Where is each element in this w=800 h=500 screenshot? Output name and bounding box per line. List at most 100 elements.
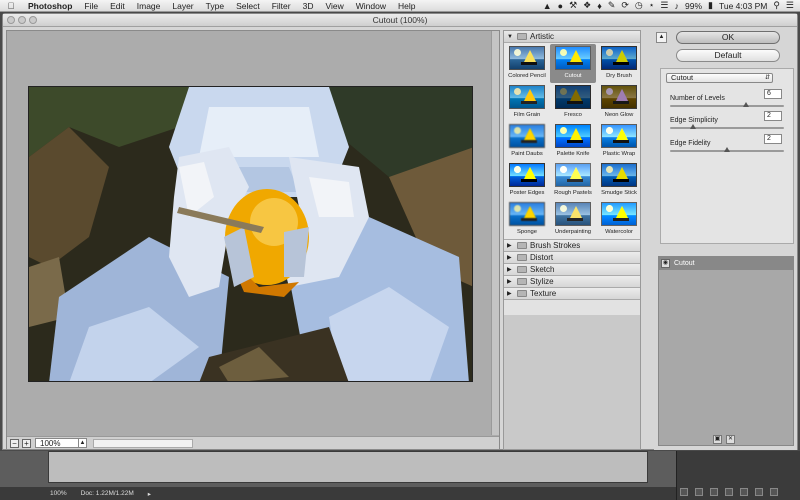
filter-thumb-palette-knife[interactable]: Palette Knife [550, 122, 596, 161]
param-slider-knob[interactable] [724, 147, 730, 152]
filter-preview-thumbnail [601, 85, 637, 109]
filter-thumb-plastic-wrap[interactable]: Plastic Wrap [596, 122, 642, 161]
menu-help[interactable]: Help [392, 1, 421, 11]
menu-select[interactable]: Select [230, 1, 266, 11]
menu-window[interactable]: Window [350, 1, 392, 11]
filter-label: Smudge Stick [601, 190, 637, 196]
menu-view[interactable]: View [319, 1, 349, 11]
status-zoom[interactable]: 100% [50, 490, 67, 497]
category-distort[interactable]: ▶ Distort [504, 252, 640, 264]
filter-preview-thumbnail [555, 202, 591, 226]
wifi-icon[interactable]: ☰ [660, 0, 668, 11]
collapse-gallery-icon[interactable]: ▲ [656, 32, 667, 43]
category-stylize[interactable]: ▶ Stylize [504, 276, 640, 288]
menu-edit[interactable]: Edit [104, 1, 131, 11]
menu-filter[interactable]: Filter [266, 1, 297, 11]
filter-gallery: ▼ Artistic Colored Pencil Cutout Dry Bru… [503, 30, 641, 450]
filter-thumb-dry-brush[interactable]: Dry Brush [596, 44, 642, 83]
new-layer-icon[interactable] [755, 488, 763, 496]
category-brush-strokes[interactable]: ▶ Brush Strokes [504, 240, 640, 252]
filter-thumb-poster-edges[interactable]: Poster Edges [504, 161, 550, 200]
filter-thumb-paint-daubs[interactable]: Paint Daubs [504, 122, 550, 161]
zoom-out-button[interactable]: − [10, 438, 19, 448]
fx-icon[interactable] [695, 488, 703, 496]
preview-image[interactable] [28, 86, 473, 382]
ok-button[interactable]: OK [676, 31, 780, 44]
filter-thumb-neon-glow[interactable]: Neon Glow [596, 83, 642, 122]
filter-thumb-sponge[interactable]: Sponge [504, 200, 550, 239]
param-slider-track[interactable] [670, 105, 784, 107]
tools-icon[interactable]: ⚒ [569, 0, 577, 11]
param-slider-knob[interactable] [743, 102, 750, 107]
param-slider-knob[interactable] [689, 124, 696, 129]
category-artistic[interactable]: ▼ Artistic [504, 31, 640, 43]
triangle-right-icon: ▶ [507, 267, 512, 273]
triangle-right-icon: ▶ [507, 291, 512, 297]
clock-icon[interactable]: ◷ [635, 0, 643, 11]
folder-icon [517, 266, 527, 273]
triangle-right-icon: ▶ [507, 255, 512, 261]
filter-label: Sponge [517, 229, 537, 235]
zoom-level-select[interactable]: 100% ▲ [35, 438, 87, 448]
menu-app[interactable]: Photoshop [22, 1, 78, 11]
adjustment-icon[interactable] [725, 488, 733, 496]
adobe-icon[interactable]: ▲ [543, 1, 552, 11]
sync-icon[interactable]: ⟳ [621, 0, 629, 11]
preview-vertical-scrollbar[interactable] [491, 31, 499, 435]
delete-effect-layer-icon[interactable]: ✕ [726, 435, 735, 444]
bluetooth-icon[interactable]: ⋆ [649, 0, 655, 11]
filter-thumb-watercolor[interactable]: Watercolor [596, 200, 642, 239]
group-icon[interactable] [740, 488, 748, 496]
mask-icon[interactable] [710, 488, 718, 496]
param-value-input[interactable]: 2 [764, 134, 782, 144]
filter-thumb-underpainting[interactable]: Underpainting [550, 200, 596, 239]
filter-label: Watercolor [605, 229, 633, 235]
filter-thumb-colored-pencil[interactable]: Colored Pencil [504, 44, 550, 83]
filter-thumb-smudge-stick[interactable]: Smudge Stick [596, 161, 642, 200]
cutout-photo [29, 87, 472, 381]
filter-select[interactable]: Cutout ⇵ [666, 73, 773, 83]
filter-label: Underpainting [554, 229, 592, 235]
wrench-icon[interactable]: ✎ [608, 0, 616, 11]
menu-type[interactable]: Type [200, 1, 230, 11]
menu-file[interactable]: File [78, 1, 104, 11]
link-icon[interactable] [680, 488, 688, 496]
trash-icon[interactable] [770, 488, 778, 496]
category-sketch[interactable]: ▶ Sketch [504, 264, 640, 276]
param-value-input[interactable]: 6 [764, 89, 782, 99]
menu-layer[interactable]: Layer [166, 1, 199, 11]
notification-center-icon[interactable]: ☰ [786, 0, 794, 11]
clock[interactable]: Tue 4:03 PM [719, 1, 767, 11]
spotlight-icon[interactable]: ⚲ [773, 0, 780, 11]
filter-thumb-fresco[interactable]: Fresco [550, 83, 596, 122]
filter-thumb-rough-pastels[interactable]: Rough Pastels [550, 161, 596, 200]
status-dot-icon[interactable]: ● [558, 1, 563, 11]
evernote-icon[interactable]: ♦ [597, 1, 602, 11]
filter-preview-thumbnail [509, 85, 545, 109]
filter-thumb-cutout[interactable]: Cutout [550, 44, 596, 83]
filter-preview-thumbnail [601, 46, 637, 70]
triangle-down-icon: ▼ [507, 33, 513, 40]
apple-icon[interactable]:  [0, 1, 22, 11]
window-title: Cutout (100%) [372, 15, 428, 25]
default-button[interactable]: Default [676, 49, 780, 62]
dropbox-icon[interactable]: ❖ [583, 0, 591, 11]
param-slider-track[interactable] [670, 127, 784, 129]
filter-preview-thumbnail [601, 124, 637, 148]
category-texture[interactable]: ▶ Texture [504, 288, 640, 300]
filter-thumb-film-grain[interactable]: Film Grain [504, 83, 550, 122]
menu-image[interactable]: Image [131, 1, 167, 11]
param-value-input[interactable]: 2 [764, 111, 782, 121]
zoom-in-button[interactable]: + [22, 438, 31, 448]
filter-label: Paint Daubs [511, 151, 543, 157]
eye-icon[interactable]: ◉ [661, 259, 670, 268]
volume-icon[interactable]: ♪ [675, 1, 680, 11]
status-arrow-icon[interactable]: ▸ [148, 490, 151, 498]
new-effect-layer-icon[interactable]: ▣ [713, 435, 722, 444]
menu-3d[interactable]: 3D [297, 1, 320, 11]
preview-horizontal-scrollbar[interactable] [93, 438, 193, 448]
filter-label: Dry Brush [606, 73, 632, 79]
filter-label: Colored Pencil [508, 73, 546, 79]
battery-percent[interactable]: 99% [685, 1, 702, 11]
effect-layer-row[interactable]: ◉ Cutout [659, 257, 793, 270]
